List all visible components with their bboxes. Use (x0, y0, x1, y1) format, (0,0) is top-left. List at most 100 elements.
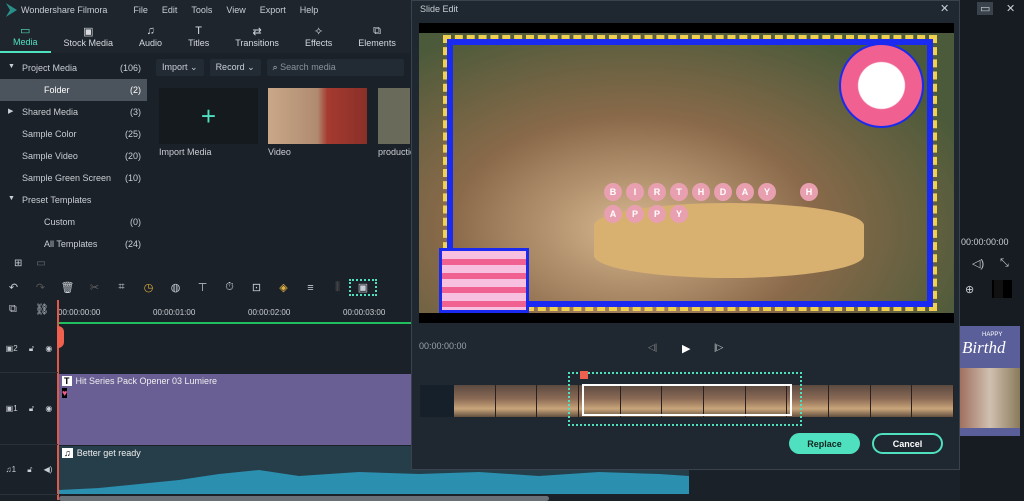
sidebar-item[interactable]: Custom (0) (0, 211, 147, 233)
expand-arrow-icon[interactable] (8, 173, 16, 183)
sidebar-item[interactable]: ▶ Shared Media (3) (0, 101, 147, 123)
music-note-icon: ♫ (62, 448, 73, 458)
menu-edit[interactable]: Edit (162, 5, 178, 15)
title-clip[interactable]: T Hit Series Pack Opener 03 Lumiere ♥ (59, 374, 411, 445)
keyframe-icon[interactable]: ◈ (270, 281, 297, 294)
video-track-icon: ▣2 (5, 344, 18, 353)
expand-arrow-icon[interactable] (8, 129, 16, 139)
cut-icon[interactable]: ✂ (81, 281, 108, 294)
expand-arrow-icon[interactable] (30, 85, 38, 95)
sidebar-item-label: Sample Color (22, 129, 77, 139)
lock-icon[interactable]: 🔓︎ (29, 404, 34, 414)
maximize-icon[interactable]: ▭ (977, 2, 994, 15)
add-track-icon[interactable]: ⧉ (9, 303, 17, 323)
tab-stock-media[interactable]: ▣ Stock Media (51, 20, 127, 53)
sidebar-item[interactable]: Folder (2) (0, 79, 147, 101)
tab-titles[interactable]: T Titles (175, 20, 222, 53)
dialog-title: Slide Edit (420, 4, 459, 14)
sidebar-item-count: (2) (130, 85, 141, 95)
tab-effects[interactable]: ✧ Effects (292, 20, 345, 53)
volume-icon[interactable]: ◁) (972, 257, 984, 270)
search-input[interactable]: ⌕ Search media (266, 59, 404, 76)
expand-arrow-icon[interactable] (30, 239, 38, 249)
track-header-video-2: ▣2 🔓︎ ◉ (0, 325, 58, 373)
eye-icon[interactable]: ◉ (45, 404, 52, 413)
previous-frame-icon[interactable]: ◁| (648, 342, 657, 353)
tab-label: Stock Media (63, 38, 114, 48)
expand-arrow-icon[interactable]: ▼ (8, 63, 16, 73)
folder-icon[interactable]: ▭ (36, 258, 45, 269)
duration-icon[interactable]: ⏱ (216, 281, 243, 294)
sidebar-item-label: Custom (44, 217, 76, 227)
slide-edit-icon[interactable]: ▣ (349, 279, 377, 296)
replace-button[interactable]: Replace (789, 433, 860, 454)
timeline-ruler[interactable]: 00:00:00:00 00:00:01:00 00:00:02:00 00:0… (58, 300, 411, 324)
tab-transitions[interactable]: ⇄ Transitions (222, 20, 292, 53)
filmora-logo-icon (5, 3, 17, 17)
menu-file[interactable]: File (133, 5, 148, 15)
play-icon[interactable]: ▶ (682, 342, 690, 355)
next-frame-icon[interactable]: |▷ (714, 342, 723, 353)
tab-label: Titles (188, 38, 210, 48)
menu-view[interactable]: View (226, 5, 245, 15)
sidebar-item[interactable]: ▼ Preset Templates (0, 189, 147, 211)
lock-icon[interactable]: 🔓︎ (29, 344, 34, 354)
import-dropdown[interactable]: Import ⌄ (156, 59, 204, 76)
add-marker-icon[interactable]: ⊕ (965, 283, 974, 296)
record-dropdown[interactable]: Record ⌄ (209, 59, 261, 76)
tick-label: 00:00:03:00 (343, 308, 386, 317)
fit-icon[interactable]: ⊡ (243, 281, 270, 294)
expand-arrow-icon[interactable]: ▶ (8, 107, 16, 117)
sidebar-item[interactable]: Sample Color (25) (0, 123, 147, 145)
expand-arrow-icon[interactable] (30, 217, 38, 227)
tab-elements[interactable]: ⧉ Elements (345, 20, 409, 53)
redo-icon[interactable]: ↷ (27, 281, 54, 294)
cake-letter-candle: A (604, 205, 622, 223)
production-thumbnail[interactable] (378, 88, 410, 144)
delete-icon[interactable]: 🗑 (54, 281, 81, 294)
menu-export[interactable]: Export (260, 5, 286, 15)
tick-label: 00:00:00:00 (58, 308, 101, 317)
menu-tools[interactable]: Tools (191, 5, 212, 15)
sidebar-item[interactable]: Sample Video (20) (0, 145, 147, 167)
sidebar-item[interactable]: ▼ Project Media (106) (0, 57, 147, 79)
template-thumbnail[interactable]: HAPPY Birthd (960, 326, 1020, 436)
import-media-label: Import Media (159, 147, 212, 157)
sidebar-item-count: (3) (130, 107, 141, 117)
cake-letter-candle: Y (670, 205, 688, 223)
tab-media[interactable]: ▭ Media (0, 20, 51, 53)
color-icon[interactable]: ◍ (162, 281, 189, 294)
import-media-tile[interactable]: + (159, 88, 258, 144)
expand-arrow-icon[interactable]: ▼ (8, 195, 16, 205)
horizontal-scrollbar[interactable] (59, 496, 549, 501)
cake-letter-candle: Y (758, 183, 776, 201)
flower-sticker (839, 43, 924, 128)
cancel-button[interactable]: Cancel (872, 433, 943, 454)
range-start-marker[interactable] (580, 371, 588, 379)
audio-split-icon[interactable]: ⫼ (324, 281, 351, 294)
sidebar-item[interactable]: Sample Green Screen (10) (0, 167, 147, 189)
sidebar-item[interactable]: All Templates (24) (0, 233, 147, 255)
expand-arrow-icon[interactable] (8, 151, 16, 161)
menu-help[interactable]: Help (300, 5, 319, 15)
eye-icon[interactable]: ◉ (45, 344, 52, 353)
speed-icon[interactable]: ◷ (135, 281, 162, 294)
new-folder-icon[interactable]: ⊞ (14, 258, 22, 269)
tab-audio[interactable]: ♫ Audio (126, 20, 175, 53)
adjust-icon[interactable]: ≡ (297, 282, 324, 294)
link-icon[interactable]: ⛓ (35, 303, 49, 323)
crop-icon[interactable]: ⌗ (108, 281, 135, 294)
playhead-marker[interactable] (57, 326, 64, 348)
undo-icon[interactable]: ↶ (0, 281, 27, 294)
record-label: Record (215, 62, 245, 72)
fullscreen-icon[interactable]: ⤡ (1000, 257, 1009, 270)
render-icon[interactable] (992, 280, 1012, 298)
audio-track-icon: ♫1 (5, 465, 17, 474)
freeze-icon[interactable]: ⊤ (189, 281, 216, 294)
lock-icon[interactable]: 🔓︎ (27, 465, 32, 475)
speaker-icon[interactable]: ◀) (44, 465, 53, 474)
close-window-icon[interactable]: ✕ (1006, 2, 1015, 15)
video-thumbnail[interactable] (268, 88, 367, 144)
close-dialog-icon[interactable]: ✕ (940, 2, 949, 15)
import-label: Import (162, 62, 188, 72)
